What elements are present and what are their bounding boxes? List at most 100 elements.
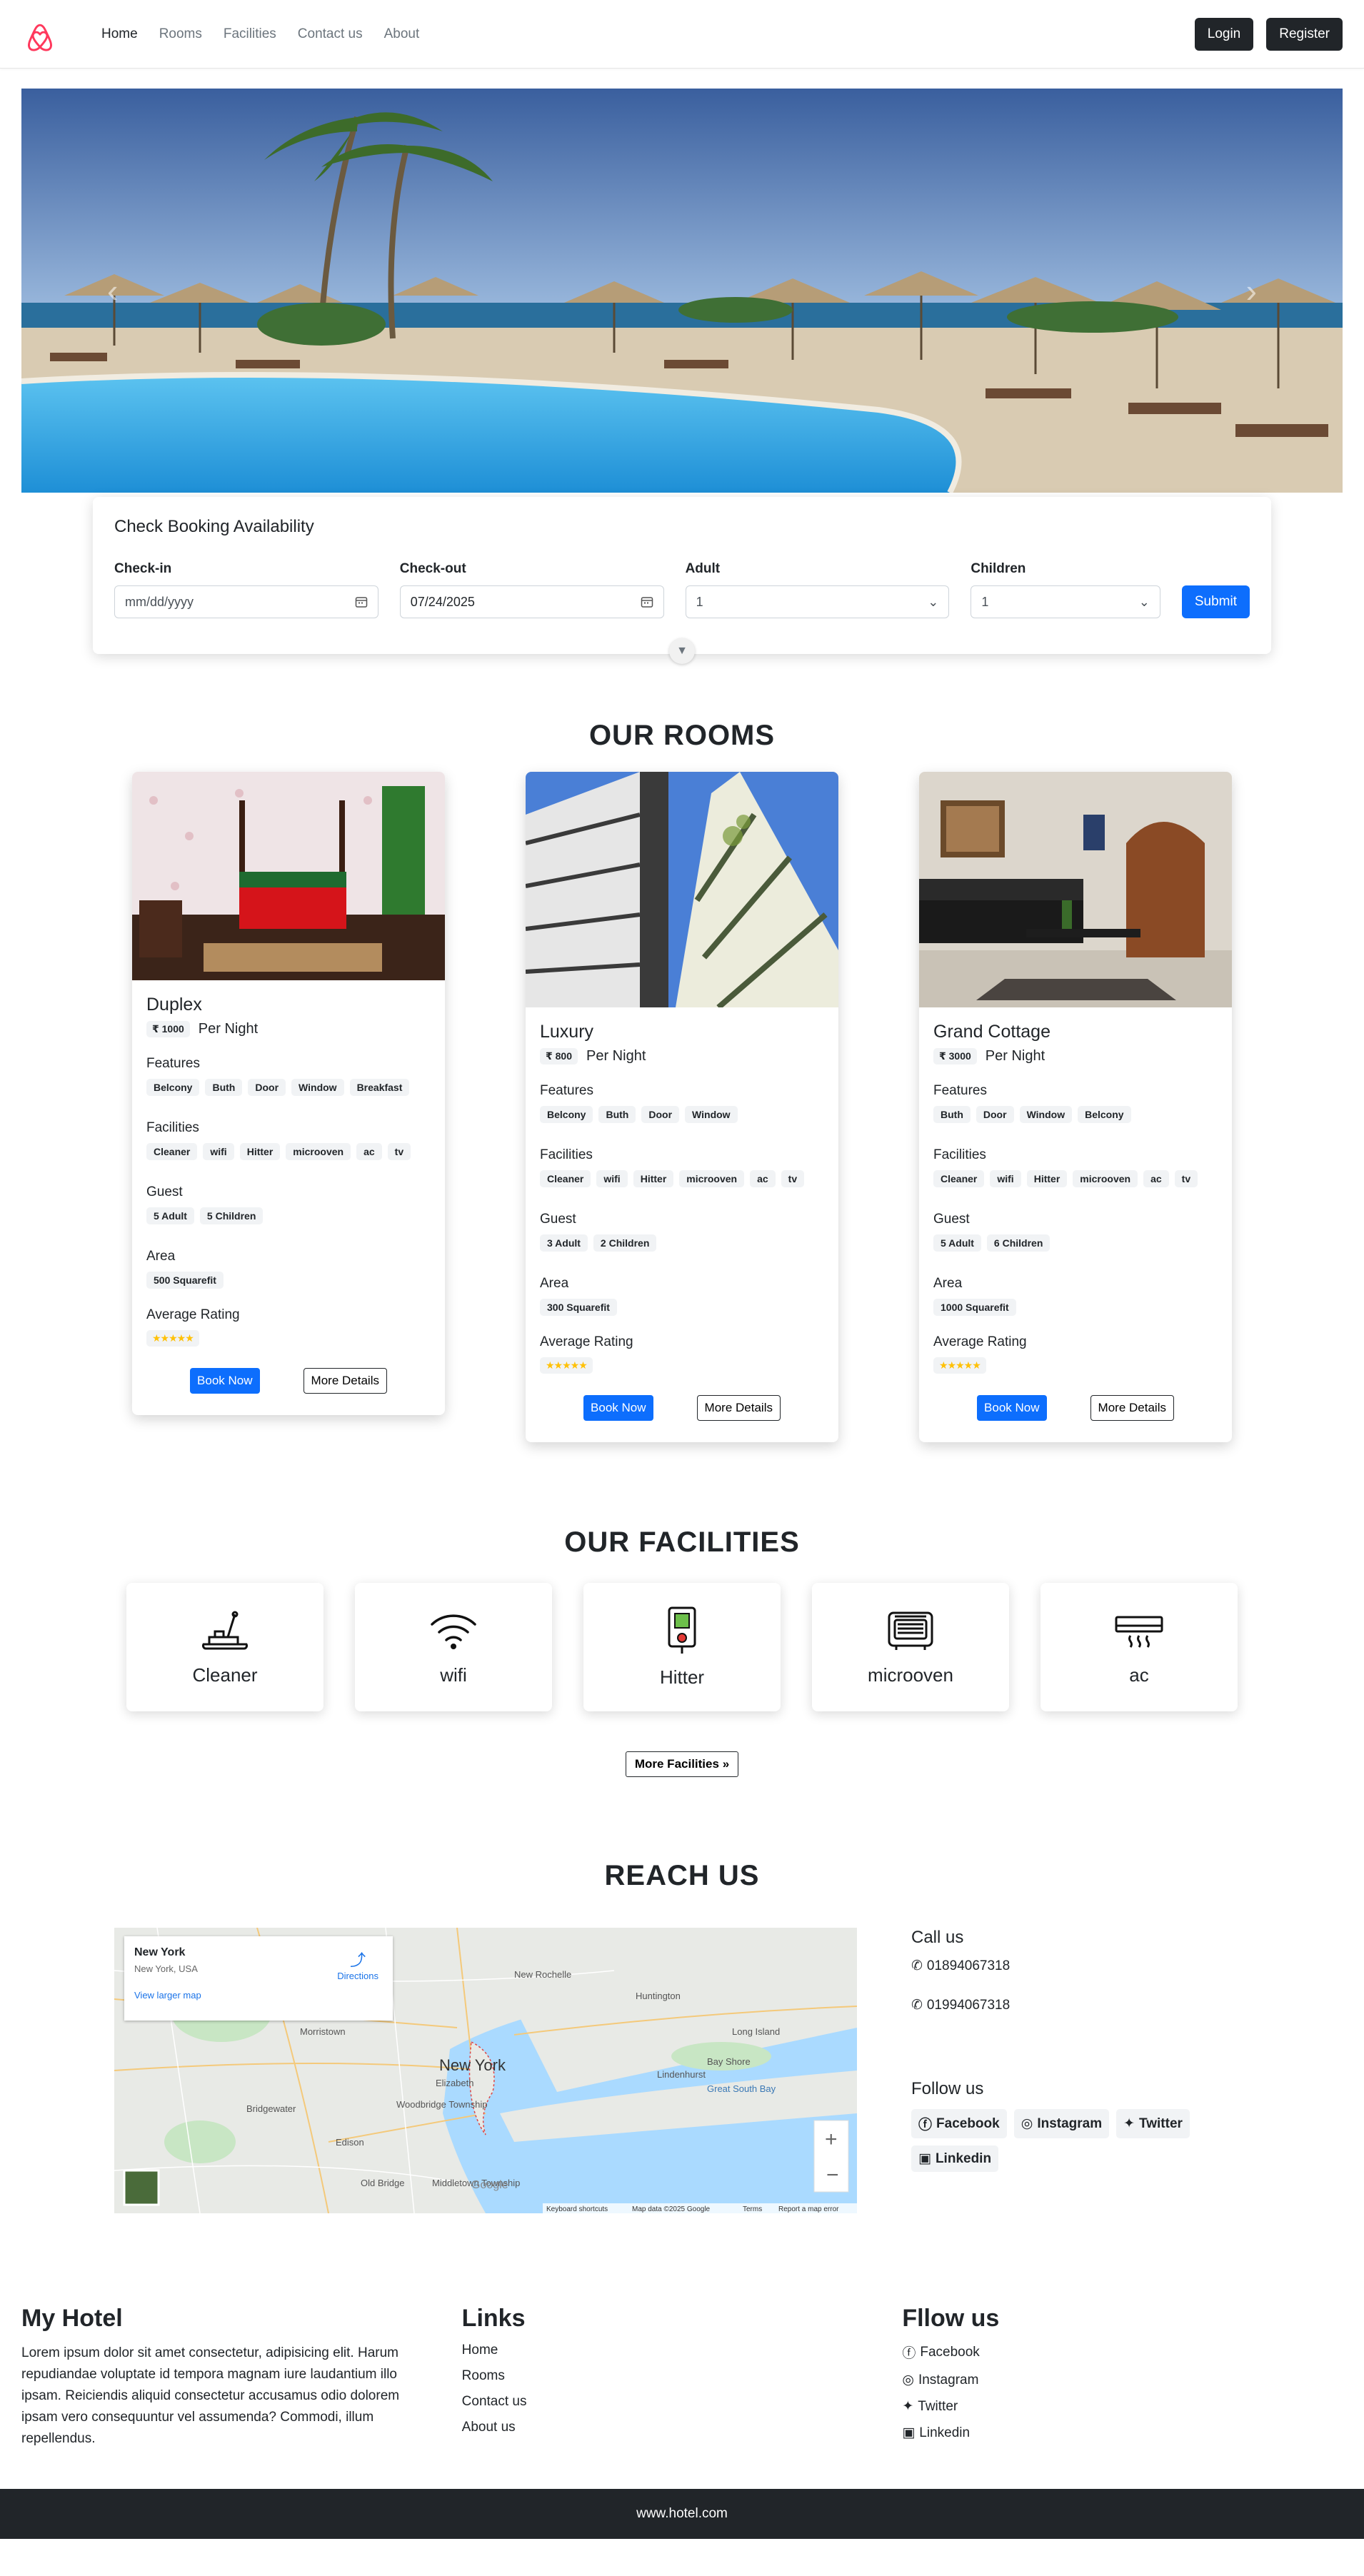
children-select[interactable]: 1 ⌄ [971,585,1160,618]
nav-contact[interactable]: Contact us [298,26,363,42]
nav-about[interactable]: About [384,26,420,42]
per-night-label: Per Night [198,1021,259,1037]
facility-name: Cleaner [192,1664,258,1686]
reach-us-section: New York New Rochelle Huntington Morrist… [114,1928,1364,2213]
checkin-input[interactable]: mm/dd/yyyy [114,585,378,618]
features-list: Buth Door Window Belcony [933,1106,1218,1123]
footer-link-contact[interactable]: Contact us [462,2394,903,2410]
google-map[interactable]: New York New Rochelle Huntington Morrist… [114,1928,857,2213]
footer-link-rooms[interactable]: Rooms [462,2368,903,2384]
facebook-link[interactable]: ⓕ Facebook [911,2109,1007,2138]
carousel-next-icon[interactable]: › [1246,271,1257,310]
checkout-input[interactable]: 07/24/2025 [399,585,664,618]
map-place-label: Morristown [300,2026,346,2037]
area-label: Area [146,1249,176,1264]
map-place-label: Lindenhurst [657,2069,706,2080]
directions-link[interactable]: ⤴ Directions [337,1948,378,1981]
follow-us-title: Follow us [911,2079,984,2098]
chevron-down-icon: ⌄ [1138,594,1150,609]
facility-badge: tv [387,1143,411,1160]
ac-icon [1115,1616,1163,1648]
login-button[interactable]: Login [1194,17,1254,51]
calendar-icon[interactable] [641,595,653,608]
adult-select[interactable]: 1 ⌄ [685,585,950,618]
footer-link-home[interactable]: Home [462,2343,903,2358]
nav-rooms[interactable]: Rooms [159,26,202,42]
brand-logo-icon[interactable] [21,16,59,53]
room-price: ₹ 3000 [933,1048,977,1065]
carousel-prev-icon[interactable]: ‹ [107,271,118,310]
call-us-title: Call us [911,1928,964,1947]
directions-label: Directions [337,1971,378,1981]
register-button[interactable]: Register [1266,17,1343,51]
footer-instagram-link[interactable]: ◎ Instagram [902,2372,1343,2388]
facility-card: Cleaner [126,1583,324,1711]
feature-badge: Buth [933,1106,971,1123]
facility-card: wifi [355,1583,552,1711]
phone-number: 01894067318 [926,1958,1011,1973]
features-list: Belcony Buth Door Window [540,1106,824,1123]
area-list: 500 Squarefit [146,1272,431,1289]
facilities-section-title: OUR FACILITIES [564,1526,800,1558]
more-details-button[interactable]: More Details [303,1368,387,1394]
feature-badge: Window [1019,1106,1073,1123]
footer: My Hotel Lorem ipsum dolor sit amet cons… [0,2305,1364,2489]
footer-linkedin-link[interactable]: ▣ Linkedin [902,2425,1343,2441]
calendar-icon[interactable] [355,595,368,608]
footer-facebook-link[interactable]: ⓕ Facebook [902,2343,1343,2362]
feature-badge: Belcony [1078,1106,1131,1123]
book-now-button[interactable]: Book Now [977,1395,1047,1421]
map-place-card: New York New York, USA View larger map ⤴… [124,1936,393,2021]
more-facilities-button[interactable]: More Facilities » [625,1751,739,1777]
zoom-in-icon[interactable]: + [825,2128,838,2151]
map-footer-link[interactable]: Map data ©2025 Google [632,2205,711,2213]
book-now-button[interactable]: Book Now [583,1395,653,1421]
feature-badge: Window [685,1106,738,1123]
zoom-out-icon[interactable]: − [826,2163,839,2187]
filter-icon[interactable]: ▼ [669,638,695,664]
facebook-icon: ⓕ [902,2346,916,2361]
map-footer-link[interactable]: Keyboard shortcuts [546,2205,608,2213]
map-footer-link[interactable]: Report a map error [778,2205,839,2213]
more-details-button[interactable]: More Details [696,1395,781,1421]
facility-badge: Hitter [633,1170,674,1187]
facility-badge: microoven [679,1170,745,1187]
submit-button[interactable]: Submit [1181,585,1250,618]
phone-link[interactable]: ✆ 01994067318 [911,1997,1211,2013]
area-list: 300 Squarefit [540,1299,824,1316]
linkedin-link[interactable]: ▣ Linkedin [911,2145,999,2172]
rating-label: Average Rating [933,1334,1027,1349]
map-footer-link[interactable]: Terms [743,2205,762,2213]
social-label: Linkedin [919,2425,971,2440]
copyright-text: www.hotel.com [636,2506,728,2521]
twitter-link[interactable]: ✦ Twitter [1116,2109,1190,2138]
booking-availability-form: Check Booking Availability Check-in mm/d… [93,497,1271,664]
phone-link[interactable]: ✆ 01894067318 [911,1958,1211,1974]
guest-badge: 5 Adult [146,1207,194,1224]
reach-section-title: REACH US [604,1860,760,1891]
map-city-label: New York [439,2056,506,2074]
facility-badge: ac [750,1170,776,1187]
nav-facilities[interactable]: Facilities [224,26,276,42]
cleaner-icon [201,1611,249,1649]
room-card: Grand Cottage ₹ 3000 Per Night Features B… [919,772,1232,1442]
facility-card: microoven [812,1583,1009,1711]
facility-badge: Cleaner [540,1170,591,1187]
facility-badge: Hitter [1026,1170,1068,1187]
more-details-button[interactable]: More Details [1090,1395,1174,1421]
nav-home[interactable]: Home [101,26,138,42]
footer-twitter-link[interactable]: ✦ Twitter [902,2398,1343,2415]
guest-label: Guest [933,1212,970,1227]
social-links: ⓕ Facebook ◎ Instagram ✦ Twitter ▣ Linkedin [911,2109,1211,2172]
facility-badge: microoven [1073,1170,1138,1187]
social-label: Twitter [918,2398,958,2414]
instagram-link[interactable]: ◎ Instagram [1013,2109,1110,2138]
map-place-label: Elizabeth [436,2078,473,2088]
social-label: Instagram [918,2372,979,2388]
feature-badge: Window [291,1079,344,1096]
book-now-button[interactable]: Book Now [190,1368,260,1394]
view-larger-map-link[interactable]: View larger map [134,1990,383,2001]
feature-badge: Belcony [540,1106,593,1123]
footer-link-about[interactable]: About us [462,2420,903,2435]
rating-stars: ★★★★★ [933,1357,986,1374]
